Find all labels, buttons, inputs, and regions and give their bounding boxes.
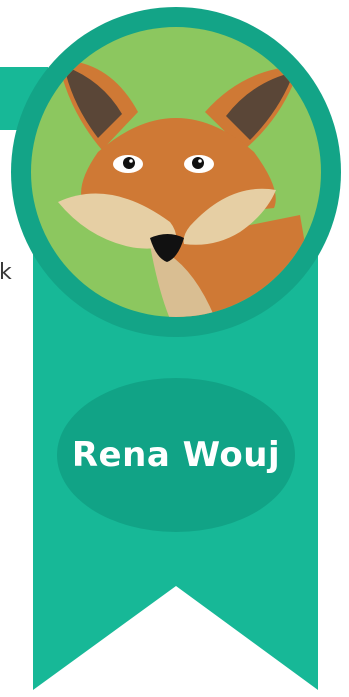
medal-ribbon-card: k Rena Wouj (0, 0, 349, 697)
name-badge: Rena Wouj (57, 378, 295, 532)
recipient-name: Rena Wouj (71, 435, 281, 475)
ribbon-graphic (11, 7, 341, 690)
